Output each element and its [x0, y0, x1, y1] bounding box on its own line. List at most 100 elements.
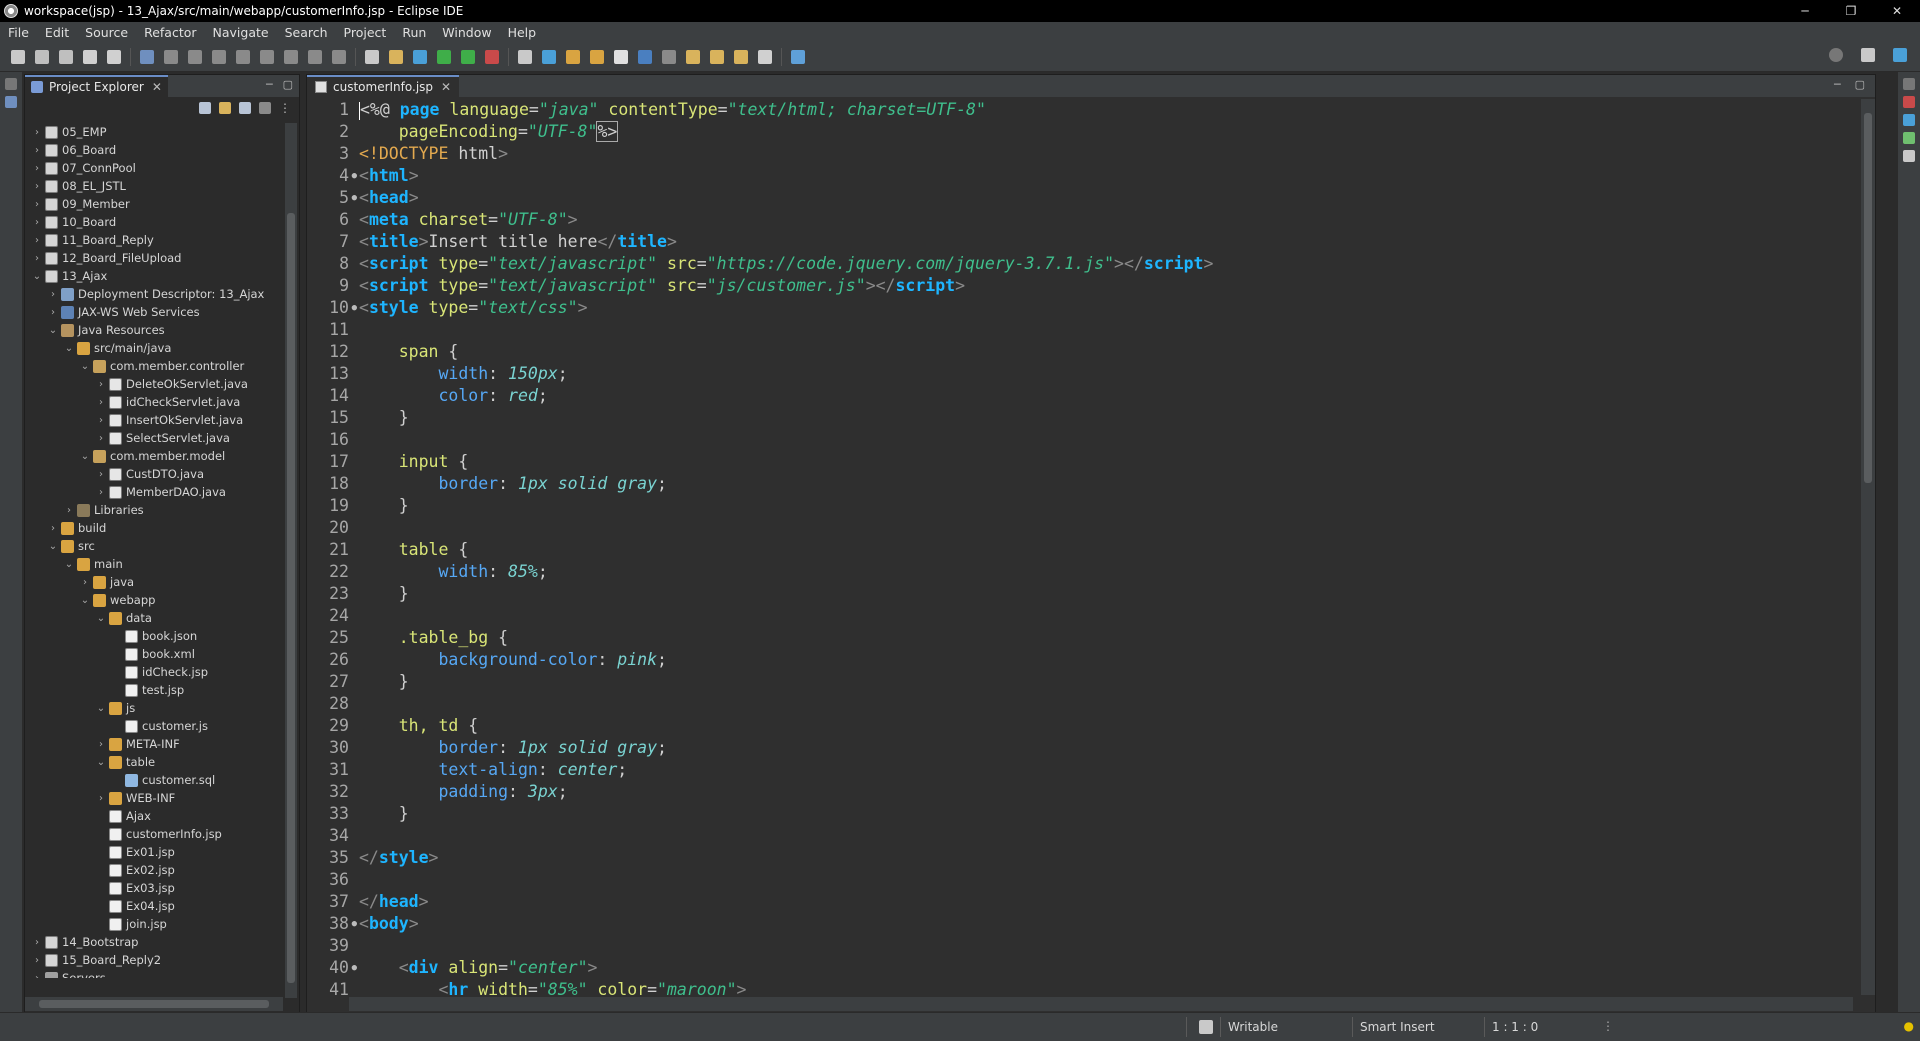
code-line[interactable]: 3 <!DOCTYPE html>: [307, 143, 1853, 165]
outline-icon[interactable]: [5, 96, 17, 108]
tree-item[interactable]: customer.js: [25, 717, 283, 735]
chevron-right-icon[interactable]: ›: [95, 379, 107, 390]
code-line[interactable]: 20: [307, 517, 1853, 539]
close-button[interactable]: ✕: [1874, 0, 1920, 22]
tree-item[interactable]: › CustDTO.java: [25, 465, 283, 483]
suspend-icon[interactable]: [212, 49, 226, 64]
step-return-icon[interactable]: [332, 49, 346, 64]
tree-item[interactable]: Ex02.jsp: [25, 861, 283, 879]
chevron-right-icon[interactable]: ›: [31, 145, 43, 156]
menu-edit[interactable]: Edit: [37, 25, 77, 40]
tree-item[interactable]: › Libraries: [25, 501, 283, 519]
restore-button[interactable]: ❐: [1828, 0, 1874, 22]
tree-item[interactable]: ⌄ webapp: [25, 591, 283, 609]
open-task-icon[interactable]: [365, 49, 379, 64]
chevron-right-icon[interactable]: ›: [31, 253, 43, 264]
code-line[interactable]: 11: [307, 319, 1853, 341]
chevron-down-icon[interactable]: ⌄: [95, 757, 107, 768]
tree-item[interactable]: › build: [25, 519, 283, 537]
tree-item[interactable]: › java: [25, 573, 283, 591]
terminal-icon[interactable]: [140, 49, 154, 64]
tree-item[interactable]: › WEB-INF: [25, 789, 283, 807]
code-line[interactable]: 29 th, td {: [307, 715, 1853, 737]
tree-item[interactable]: › 12_Board_FileUpload: [25, 249, 283, 267]
minimize-editor-icon[interactable]: ─: [1834, 78, 1841, 91]
restore-icon[interactable]: [5, 78, 17, 90]
editor-horizontal-scrollbar[interactable]: [349, 997, 1853, 1011]
chevron-down-icon[interactable]: ⌄: [31, 271, 43, 282]
tree-item[interactable]: › 09_Member: [25, 195, 283, 213]
menu-help[interactable]: Help: [500, 25, 545, 40]
code-line[interactable]: 33 }: [307, 803, 1853, 825]
open-folder-icon[interactable]: [590, 49, 604, 64]
search-toolbar-icon[interactable]: [662, 49, 676, 64]
code-line[interactable]: 18 border: 1px solid gray;: [307, 473, 1853, 495]
tree-item[interactable]: ⌄ src/main/java: [25, 339, 283, 357]
code-line[interactable]: 32 padding: 3px;: [307, 781, 1853, 803]
tree-item[interactable]: › idCheckServlet.java: [25, 393, 283, 411]
tree-item[interactable]: ⌄ table: [25, 753, 283, 771]
code-line[interactable]: 7 <title>Insert title here</title>: [307, 231, 1853, 253]
restore-icon[interactable]: [1903, 78, 1915, 90]
new-package-icon[interactable]: [542, 49, 556, 64]
tree-item[interactable]: customer.sql: [25, 771, 283, 789]
tree-item[interactable]: › Deployment Descriptor: 13_Ajax: [25, 285, 283, 303]
code-line[interactable]: 34: [307, 825, 1853, 847]
servers-view-icon[interactable]: [1903, 114, 1915, 126]
open-perspective-icon[interactable]: [1861, 48, 1875, 62]
skip-breakpoints-icon[interactable]: [164, 49, 178, 64]
code-line[interactable]: 41 <hr width="85%" color="maroon">: [307, 979, 1853, 995]
tree-item[interactable]: ⌄ com.member.controller: [25, 357, 283, 375]
chevron-right-icon[interactable]: ›: [31, 217, 43, 228]
java-ee-perspective-icon[interactable]: [1893, 48, 1907, 62]
chevron-right-icon[interactable]: ›: [31, 973, 43, 979]
tree-item[interactable]: › 07_ConnPool: [25, 159, 283, 177]
code-line[interactable]: 12 span {: [307, 341, 1853, 363]
run-icon[interactable]: [437, 49, 451, 64]
scrollbar-thumb[interactable]: [39, 1000, 269, 1008]
code-line[interactable]: 15 }: [307, 407, 1853, 429]
code-line[interactable]: 17 input {: [307, 451, 1853, 473]
tree-item[interactable]: › SelectServlet.java: [25, 429, 283, 447]
tree-item[interactable]: › InsertOkServlet.java: [25, 411, 283, 429]
code-line[interactable]: 39: [307, 935, 1853, 957]
chevron-right-icon[interactable]: ›: [31, 199, 43, 210]
chevron-down-icon[interactable]: ⌄: [63, 343, 75, 354]
tree-item[interactable]: ⌄ main: [25, 555, 283, 573]
chevron-right-icon[interactable]: ›: [47, 307, 59, 318]
chevron-right-icon[interactable]: ›: [47, 523, 59, 534]
code-line[interactable]: 16: [307, 429, 1853, 451]
terminate-icon[interactable]: [236, 49, 250, 64]
chevron-right-icon[interactable]: ›: [63, 505, 75, 516]
tree-item[interactable]: › 10_Board: [25, 213, 283, 231]
chevron-down-icon[interactable]: ⌄: [79, 361, 91, 372]
tree-item[interactable]: › Servers: [25, 969, 283, 978]
save-icon[interactable]: [35, 49, 49, 64]
tree-item[interactable]: ⌄ data: [25, 609, 283, 627]
chevron-right-icon[interactable]: ›: [95, 397, 107, 408]
tree-item[interactable]: › 14_Bootstrap: [25, 933, 283, 951]
code-line[interactable]: 10 ● <style type="text/css">: [307, 297, 1853, 319]
code-line[interactable]: 37 </head>: [307, 891, 1853, 913]
tree-item[interactable]: ⌄ 13_Ajax: [25, 267, 283, 285]
chevron-right-icon[interactable]: ›: [95, 415, 107, 426]
chevron-right-icon[interactable]: ›: [95, 433, 107, 444]
code-line[interactable]: 40 ● <div align="center">: [307, 957, 1853, 979]
tree-item[interactable]: › 05_EMP: [25, 123, 283, 141]
menu-source[interactable]: Source: [77, 25, 136, 40]
step-into-icon[interactable]: [284, 49, 298, 64]
menu-window[interactable]: Window: [434, 25, 499, 40]
code-line[interactable]: 6 <meta charset="UTF-8">: [307, 209, 1853, 231]
chevron-right-icon[interactable]: ›: [95, 793, 107, 804]
chevron-right-icon[interactable]: ›: [79, 577, 91, 588]
open-type-icon[interactable]: [566, 49, 580, 64]
minimize-view-icon[interactable]: ─: [266, 78, 273, 91]
chevron-down-icon[interactable]: ⌄: [95, 703, 107, 714]
tree-horizontal-scrollbar[interactable]: [25, 997, 283, 1011]
tree-item[interactable]: ⌄ src: [25, 537, 283, 555]
maximize-editor-icon[interactable]: ▢: [1855, 78, 1865, 91]
tree-item[interactable]: › MemberDAO.java: [25, 483, 283, 501]
debug-icon[interactable]: [413, 49, 427, 64]
console-icon[interactable]: [1903, 150, 1915, 162]
pin-editor-icon[interactable]: [791, 49, 805, 64]
